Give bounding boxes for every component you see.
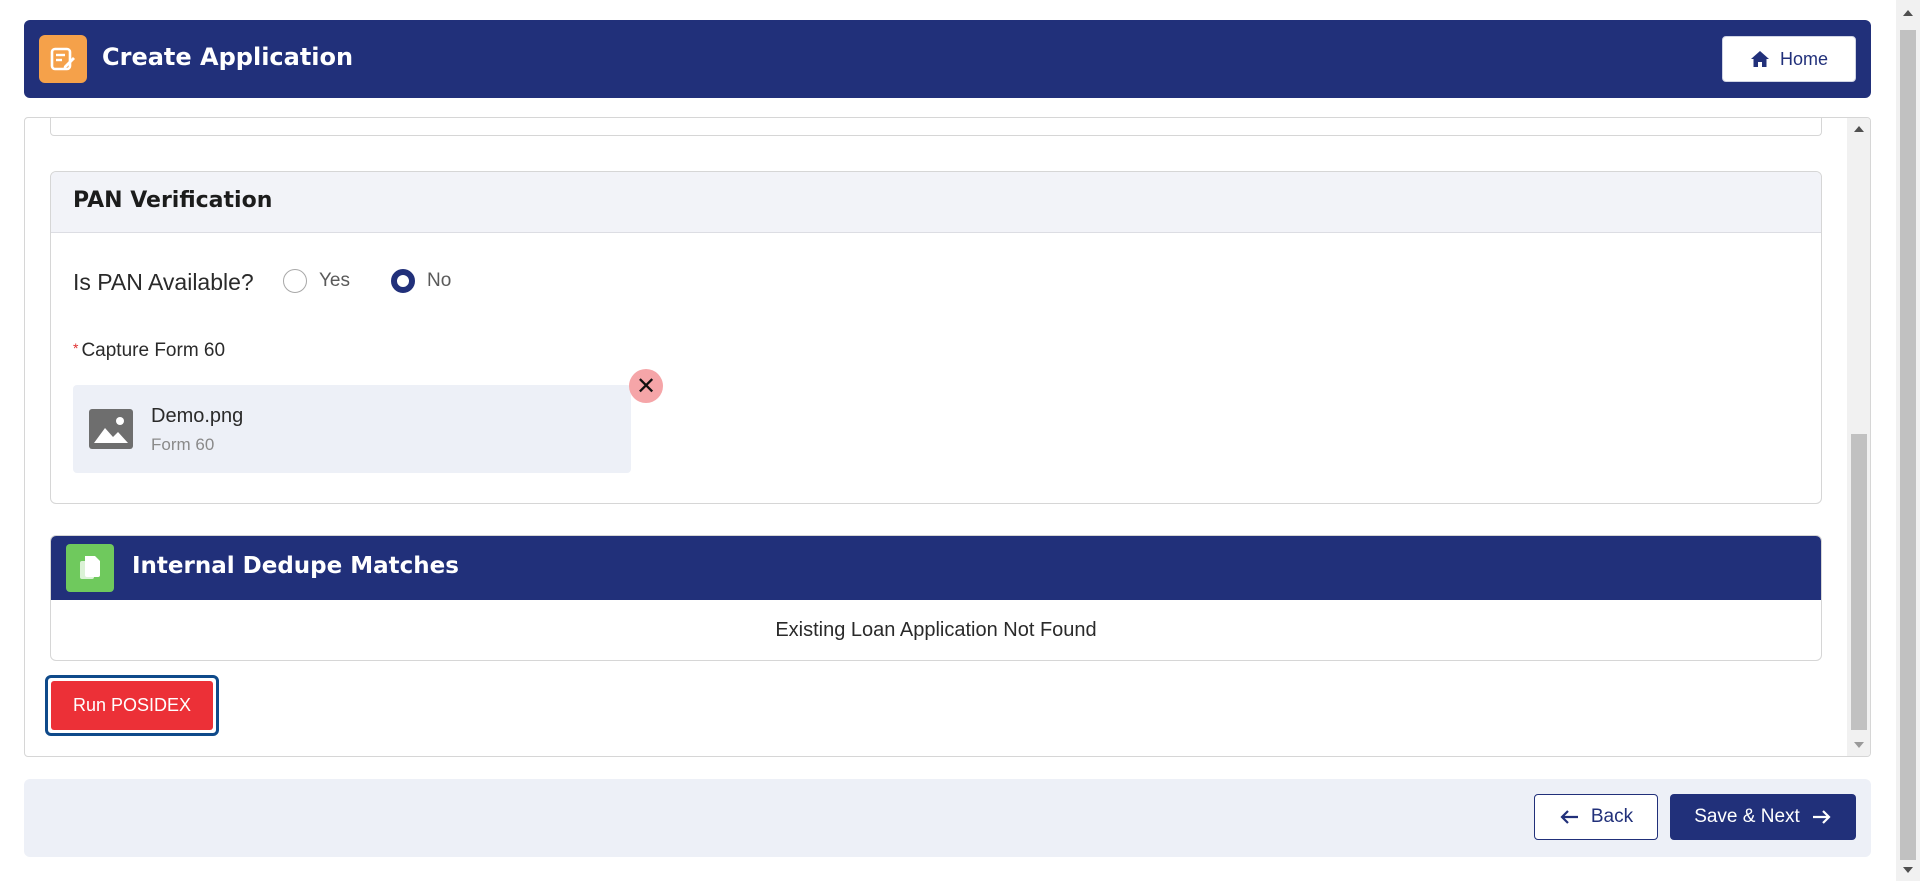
required-marker: * bbox=[73, 340, 79, 356]
radio-yes-label: Yes bbox=[319, 270, 350, 291]
close-icon: ✕ bbox=[635, 372, 657, 400]
documents-icon bbox=[66, 544, 114, 592]
run-posidex-button[interactable]: Run POSIDEX bbox=[45, 675, 219, 736]
save-next-label: Save & Next bbox=[1694, 806, 1800, 827]
capture-form60-label: * Capture Form 60 bbox=[73, 340, 225, 362]
main-content-panel[interactable]: PAN Verification Is PAN Available? Yes N… bbox=[24, 117, 1871, 757]
radio-option-yes[interactable]: Yes bbox=[283, 269, 350, 293]
pan-available-question: Is PAN Available? bbox=[73, 269, 254, 295]
pan-verification-card: PAN Verification Is PAN Available? Yes N… bbox=[50, 171, 1822, 504]
panel-scroll-down-arrow[interactable] bbox=[1854, 742, 1864, 748]
edit-note-icon bbox=[39, 35, 87, 83]
panel-scroll-up-arrow[interactable] bbox=[1854, 126, 1864, 132]
back-button-label: Back bbox=[1590, 806, 1634, 827]
pan-verification-title: PAN Verification bbox=[51, 172, 1821, 233]
remove-file-button[interactable]: ✕ bbox=[629, 369, 663, 403]
uploaded-file-tile[interactable]: Demo.png Form 60 bbox=[73, 385, 631, 473]
page-scrollbar[interactable] bbox=[1896, 0, 1920, 881]
file-type-label: Form 60 bbox=[151, 435, 215, 454]
footer-action-bar: Back Save & Next bbox=[24, 779, 1871, 857]
scrollbar-thumb[interactable] bbox=[1900, 30, 1916, 860]
panel-scrollbar-thumb[interactable] bbox=[1851, 434, 1867, 730]
internal-dedupe-card: Internal Dedupe Matches Existing Loan Ap… bbox=[50, 535, 1822, 661]
dedupe-empty-message: Existing Loan Application Not Found bbox=[775, 619, 1097, 641]
dedupe-card-header: Internal Dedupe Matches bbox=[51, 536, 1821, 600]
save-next-button[interactable]: Save & Next bbox=[1670, 794, 1856, 840]
radio-no-circle[interactable] bbox=[391, 269, 415, 293]
capture-form60-text: Capture Form 60 bbox=[81, 340, 226, 361]
arrow-right-icon bbox=[1812, 810, 1831, 824]
back-button[interactable]: Back bbox=[1534, 794, 1658, 840]
radio-option-no[interactable]: No bbox=[391, 269, 451, 293]
image-icon bbox=[89, 409, 133, 449]
panel-scrollbar[interactable] bbox=[1847, 118, 1870, 756]
home-icon bbox=[1750, 51, 1769, 67]
radio-yes-circle[interactable] bbox=[283, 269, 307, 293]
scroll-down-arrow[interactable] bbox=[1903, 867, 1913, 873]
run-posidex-label: Run POSIDEX bbox=[51, 681, 213, 730]
dedupe-title: Internal Dedupe Matches bbox=[132, 553, 459, 579]
app-header: Create Application Home bbox=[24, 20, 1871, 98]
home-button-label: Home bbox=[1779, 48, 1828, 69]
scroll-up-arrow[interactable] bbox=[1903, 10, 1913, 16]
previous-card-edge bbox=[50, 118, 1822, 136]
home-button[interactable]: Home bbox=[1722, 36, 1856, 82]
file-name: Demo.png bbox=[151, 405, 244, 427]
radio-no-label: No bbox=[427, 270, 452, 291]
arrow-left-icon bbox=[1560, 810, 1578, 824]
page-title: Create Application bbox=[102, 43, 354, 71]
